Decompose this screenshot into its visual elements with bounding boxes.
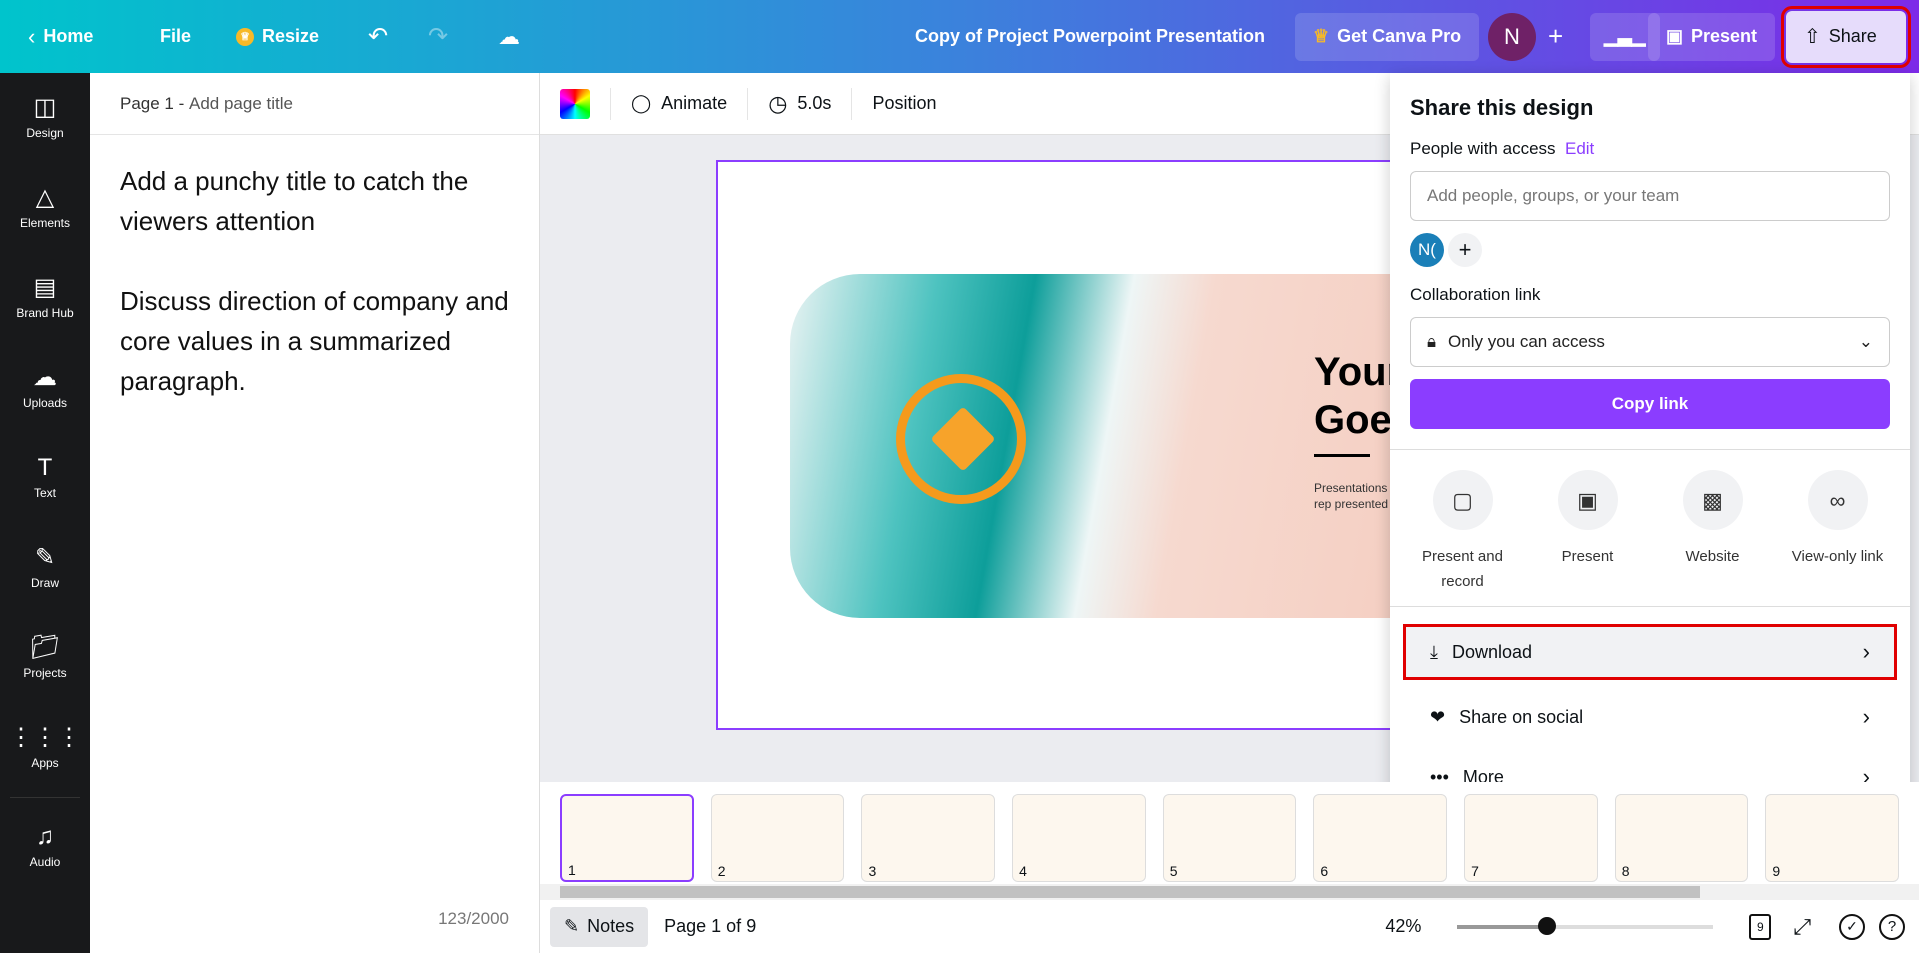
get-canva-pro-button[interactable]: ♕ Get Canva Pro	[1295, 12, 1480, 61]
sidebar-item-projects[interactable]: 📁︎ Projects	[0, 613, 90, 703]
video-camera-icon: ▢	[1432, 470, 1493, 530]
color-swatch-icon	[560, 88, 590, 119]
bottom-bar: ✎ Notes Page 1 of 9 42% 9 ⤢ ✓ ?	[540, 900, 1919, 953]
view-only-link-option[interactable]: ∞ View-only link	[1775, 470, 1900, 606]
collaboration-link-label: Collaboration link	[1410, 285, 1541, 304]
page-thumbnail[interactable]: 4	[1012, 794, 1146, 882]
add-collaborator-icon[interactable]: +	[1548, 21, 1563, 52]
character-count: 123/2000	[438, 909, 509, 928]
page-thumbnail[interactable]: 6	[1313, 794, 1448, 882]
zoom-level[interactable]: 42%	[1385, 916, 1421, 937]
file-menu[interactable]: File	[160, 0, 191, 73]
brand-icon: ▤	[33, 274, 57, 301]
zoom-slider[interactable]	[1457, 916, 1714, 935]
redo-icon[interactable]: ↷	[428, 0, 448, 73]
page-indicator: Page 1 of 9	[664, 916, 757, 936]
animate-button[interactable]: ◯ Animate	[611, 87, 749, 120]
present-option[interactable]: ▣ Present	[1525, 470, 1650, 606]
page-thumbnail[interactable]: 1	[560, 794, 694, 882]
access-dropdown[interactable]: 🔒︎ Only you can access ⌄	[1410, 317, 1890, 367]
cloud-saved-icon[interactable]: ☁	[498, 0, 520, 73]
notes-icon: ✎	[564, 916, 580, 936]
sidebar-item-apps[interactable]: ⋮⋮⋮ Apps	[0, 703, 90, 793]
clock-icon: ◷	[768, 90, 788, 116]
download-row[interactable]: ⤓ Download ›	[1403, 624, 1897, 680]
thumbnail-scrollbar[interactable]	[540, 884, 1919, 900]
present-button[interactable]: ▣ Present	[1648, 12, 1776, 61]
folder-icon: 📁︎	[29, 634, 61, 661]
design-title[interactable]: Copy of Project Powerpoint Presentation	[915, 0, 1265, 73]
avatar[interactable]: N(	[1410, 233, 1444, 267]
add-person-icon[interactable]: +	[1448, 233, 1482, 267]
title-underline	[1314, 454, 1370, 457]
fullscreen-icon[interactable]: ⤢	[1793, 914, 1811, 940]
share-panel-title: Share this design	[1410, 95, 1594, 120]
sidebar-item-elements[interactable]: △ Elements	[0, 163, 90, 253]
upload-share-icon: ⇧	[1804, 26, 1821, 48]
draw-icon: ✎	[34, 544, 56, 571]
download-icon: ⤓	[1430, 641, 1438, 662]
sidebar-item-text[interactable]: T Text	[0, 433, 90, 523]
chevron-down-icon: ⌄	[1858, 332, 1873, 351]
crown-icon: ♕	[236, 27, 254, 46]
page-thumbnail[interactable]: 5	[1162, 794, 1297, 882]
sidebar-item-design[interactable]: ◫ Design	[0, 73, 90, 163]
music-icon: ♫	[36, 823, 54, 850]
page-thumbnails: 1 2 3 4 5 6 7 8 9	[540, 782, 1919, 884]
sidebar-item-brand-hub[interactable]: ▤ Brand Hub	[0, 253, 90, 343]
home-button[interactable]: ‹ Home	[28, 0, 93, 73]
notes-button[interactable]: ✎ Notes	[550, 906, 649, 947]
page-thumbnail[interactable]: 2	[710, 794, 845, 882]
present-and-record-option[interactable]: ▢ Present and record	[1400, 470, 1525, 606]
shapes-icon: △	[35, 184, 55, 211]
sidebar-item-audio[interactable]: ♫ Audio	[0, 802, 90, 892]
sidebar-item-draw[interactable]: ✎ Draw	[0, 523, 90, 613]
undo-icon[interactable]: ↶	[368, 0, 388, 73]
page-thumbnail[interactable]: 9	[1765, 794, 1900, 882]
chevron-left-icon: ‹	[28, 23, 36, 49]
help-icon[interactable]: ?	[1879, 913, 1905, 940]
notes-panel: Page 1 - Add page title Add a punchy tit…	[90, 73, 540, 953]
position-button[interactable]: Position	[852, 88, 956, 120]
website-icon: ▩	[1682, 470, 1743, 530]
lock-icon: 🔒︎	[1427, 332, 1437, 351]
notes-text[interactable]: Add a punchy title to catch the viewers …	[90, 135, 539, 427]
heart-icon: ❤	[1430, 706, 1446, 727]
link-icon: ∞	[1807, 470, 1868, 530]
chevron-right-icon: ›	[1862, 639, 1870, 664]
presentation-icon: ▣	[1666, 26, 1684, 46]
copy-link-button[interactable]: Copy link	[1410, 379, 1890, 429]
share-on-social-row[interactable]: ❤ Share on social ›	[1406, 687, 1894, 747]
text-icon: T	[37, 454, 53, 481]
website-option[interactable]: ▩ Website	[1650, 470, 1775, 606]
page-thumbnail[interactable]: 7	[1464, 794, 1598, 882]
share-button[interactable]: ⇧ Share	[1781, 5, 1911, 68]
page-title-field[interactable]: Page 1 - Add page title	[90, 73, 539, 135]
top-bar: ‹ Home File ♕ Resize ↶ ↷ ☁ Copy of Project…	[0, 0, 1919, 73]
crown-icon: ♕	[1313, 26, 1330, 46]
layout-icon: ◫	[33, 94, 57, 121]
zoom-slider-handle[interactable]	[1537, 916, 1556, 935]
scrollbar-thumb[interactable]	[560, 886, 1700, 898]
apps-icon: ⋮⋮⋮	[9, 724, 81, 751]
page-thumbnail[interactable]: 3	[861, 794, 996, 882]
resize-button[interactable]: ♕ Resize	[236, 0, 319, 73]
duration-button[interactable]: ◷ 5.0s	[748, 87, 853, 120]
color-picker-button[interactable]	[540, 87, 611, 120]
animate-icon: ◯	[631, 93, 652, 113]
add-people-input[interactable]: Add people, groups, or your team	[1410, 171, 1890, 221]
edit-link[interactable]: Edit	[1565, 139, 1594, 158]
chevron-right-icon: ›	[1862, 704, 1870, 729]
divider	[10, 797, 80, 798]
presentation-icon: ▣	[1557, 470, 1618, 530]
avatar[interactable]: N	[1488, 12, 1536, 61]
sidebar-item-uploads[interactable]: ☁ Uploads	[0, 343, 90, 433]
check-circle-icon[interactable]: ✓	[1839, 913, 1865, 940]
cloud-upload-icon: ☁	[33, 364, 57, 391]
pages-grid-button[interactable]: 9	[1749, 913, 1772, 940]
share-panel: Share this design People with access Edi…	[1390, 73, 1910, 841]
sidebar: ◫ Design △ Elements ▤ Brand Hub ☁ Uploads TT…	[0, 73, 90, 953]
page-thumbnail[interactable]: 8	[1614, 794, 1749, 882]
